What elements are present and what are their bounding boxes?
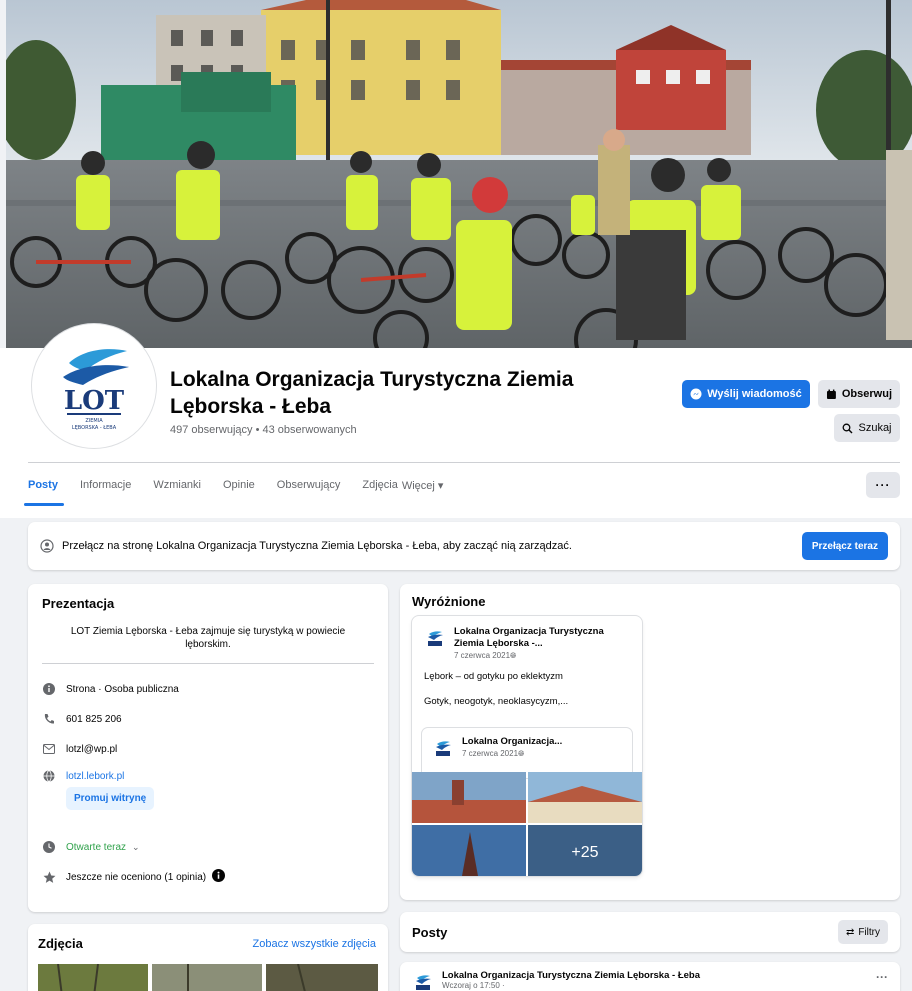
intro-divider — [42, 663, 374, 664]
featured-title: Wyróżnione — [412, 594, 486, 609]
tab-reviews[interactable]: Opinie — [223, 464, 267, 506]
switch-now-button[interactable]: Przełącz teraz — [801, 532, 888, 560]
star-icon — [42, 870, 56, 884]
filters-button[interactable]: ⇄ Filtry — [837, 920, 888, 944]
featured-card: Wyróżnione Lokalna Organizacja Turystycz… — [400, 584, 900, 900]
phone-row: 601 825 206 — [42, 704, 374, 734]
follow-label: Obserwuj — [841, 388, 892, 400]
switch-banner-text: Przełącz na stronę Lokalna Organizacja T… — [62, 540, 572, 552]
author-avatar[interactable] — [424, 628, 446, 650]
follow-button[interactable]: Obserwuj — [818, 380, 900, 408]
switch-profile-icon — [40, 539, 54, 553]
switch-profile-banner: Przełącz na stronę Lokalna Organizacja T… — [28, 522, 900, 570]
tab-photos[interactable]: Zdjęcia — [362, 464, 401, 506]
logo-subtext: LĘBORSKA - ŁEBA — [72, 425, 117, 431]
author-avatar[interactable] — [412, 972, 434, 991]
search-icon — [843, 423, 853, 433]
phone-icon — [42, 712, 56, 726]
header-divider — [28, 462, 900, 463]
send-message-button[interactable]: Wyślij wiadomość — [682, 380, 810, 408]
tab-posts[interactable]: Posty — [24, 464, 70, 506]
shared-post-date: 7 czerwca 2021 — [462, 749, 519, 758]
post-timestamp[interactable]: Wczoraj o 17:50 · — [442, 981, 700, 990]
featured-photo-grid[interactable]: +25 — [412, 772, 642, 876]
search-button[interactable]: Szukaj — [834, 414, 900, 442]
follower-stats[interactable]: 497 obserwujący • 43 obserwowanych — [170, 424, 357, 436]
post-card: Lokalna Organizacja Turystyczna Ziemia L… — [400, 962, 900, 991]
intro-card: Prezentacja LOT Ziemia Lęborska - Łeba z… — [28, 584, 388, 912]
hours-row: Otwarte teraz ⌄ — [42, 832, 374, 862]
featured-post-header: Lokalna Organizacja Turystyczna Ziemia L… — [412, 616, 642, 661]
photos-card: Zdjęcia Zobacz wszystkie zdjęcia — [28, 924, 388, 991]
tab-mentions[interactable]: Wzmianki — [153, 464, 213, 506]
info-icon — [42, 682, 56, 696]
follow-icon — [826, 389, 836, 399]
page-header: LOT ZIEMIA LĘBORSKA - ŁEBA Lokalna Organ… — [0, 324, 912, 518]
category-text: Strona · Osoba publiczna — [66, 683, 179, 695]
intro-description: LOT Ziemia Lęborska - Łeba zajmuje się t… — [70, 626, 346, 650]
rating-text: Jeszcze nie oceniono (1 opinia) — [66, 871, 207, 883]
tab-more[interactable]: Więcej ▾ — [402, 464, 456, 506]
globe-icon: 🌐︎ — [510, 651, 517, 660]
shared-post-author: Lokalna Organizacja... — [462, 736, 563, 747]
sliders-icon: ⇄ — [845, 926, 855, 938]
page-tabs: Posty Informacje Wzmianki Opinie Obserwu… — [24, 464, 900, 506]
featured-post-author[interactable]: Lokalna Organizacja Turystyczna Ziemia L… — [454, 626, 632, 650]
website-link[interactable]: lotzl.lebork.pl — [66, 771, 124, 782]
more-options-button[interactable]: ··· — [866, 472, 900, 498]
photo-thumbnails[interactable] — [38, 964, 378, 991]
send-message-label: Wyślij wiadomość — [707, 388, 802, 400]
email-row: lotzl@wp.pl — [42, 734, 374, 764]
clock-icon — [42, 840, 56, 854]
featured-post-text: Gotyk, neogotyk, neoklasycyzm,... — [424, 696, 569, 707]
shared-post[interactable]: Lokalna Organizacja... 7 czerwca 2021🌐︎ — [422, 728, 632, 778]
messenger-icon — [690, 388, 702, 400]
posts-header: Posty ⇄ Filtry — [400, 912, 900, 952]
post-author[interactable]: Lokalna Organizacja Turystyczna Ziemia L… — [442, 970, 700, 981]
lot-logo: LOT ZIEMIA LĘBORSKA - ŁEBA — [63, 349, 129, 431]
posts-title: Posty — [412, 924, 448, 940]
post-menu-button[interactable]: ··· — [876, 970, 888, 991]
featured-post[interactable]: Lokalna Organizacja Turystyczna Ziemia L… — [412, 616, 642, 876]
email-address[interactable]: lotzl@wp.pl — [66, 744, 117, 755]
page-title: Lokalna Organizacja Turystyczna Ziemia L… — [170, 368, 574, 418]
info-icon[interactable] — [212, 869, 226, 885]
filters-label: Filtry — [858, 926, 880, 938]
globe-icon — [42, 769, 56, 783]
featured-post-text: Lębork – od gotyku po eklektyzm — [424, 671, 563, 682]
website-row: lotzl.lebork.pl — [42, 764, 374, 788]
search-label: Szukaj — [858, 422, 892, 434]
open-now-status[interactable]: Otwarte teraz — [66, 842, 126, 853]
see-all-photos-link[interactable]: Zobacz wszystkie zdjęcia — [253, 938, 377, 950]
phone-number[interactable]: 601 825 206 — [66, 714, 122, 725]
intro-title: Prezentacja — [42, 596, 115, 611]
more-photos-count: +25 — [571, 844, 598, 861]
rating-row: Jeszcze nie oceniono (1 opinia) — [42, 862, 374, 892]
chevron-down-icon[interactable]: ⌄ — [132, 842, 140, 853]
category-row: Strona · Osoba publiczna — [42, 674, 374, 704]
logo-subtext: ZIEMIA — [85, 418, 103, 424]
tab-about[interactable]: Informacje — [80, 464, 143, 506]
globe-icon: 🌐︎ — [518, 749, 525, 758]
logo-text: LOT — [64, 386, 125, 416]
page-avatar[interactable]: LOT ZIEMIA LĘBORSKA - ŁEBA — [32, 324, 156, 448]
promote-website-button[interactable]: Promuj witrynę — [66, 787, 155, 810]
featured-post-date[interactable]: 7 czerwca 2021 — [454, 651, 510, 660]
tab-followers[interactable]: Obserwujący — [277, 464, 353, 506]
email-icon — [42, 742, 56, 756]
author-avatar — [436, 741, 451, 756]
cover-photo[interactable] — [6, 0, 912, 348]
